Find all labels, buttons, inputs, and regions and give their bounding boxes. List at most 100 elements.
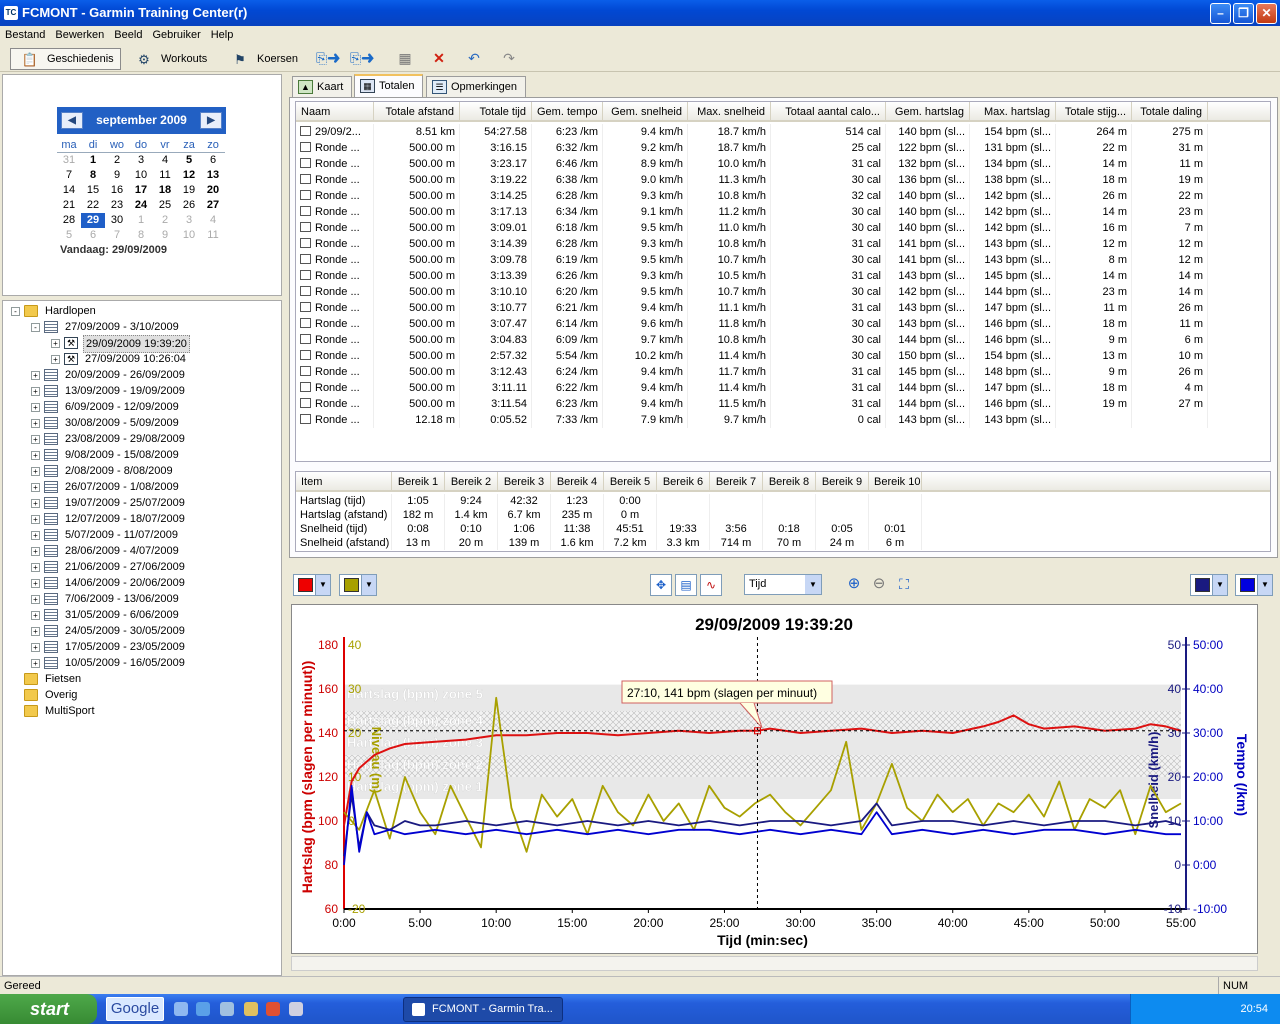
calendar-day[interactable]: 10 (129, 168, 153, 183)
calendar-day[interactable]: 10 (177, 228, 201, 243)
quicklaunch-icon[interactable] (174, 1002, 188, 1016)
calendar-day[interactable]: 2 (105, 153, 129, 168)
expand-icon[interactable]: + (31, 419, 40, 428)
geschiedenis-button[interactable]: 📋 Geschiedenis (10, 48, 121, 70)
expand-icon[interactable]: + (31, 547, 40, 556)
expand-icon[interactable]: + (51, 355, 60, 364)
menu-bewerken[interactable]: Bewerken (50, 26, 109, 44)
column-header[interactable]: Bereik 10 (869, 472, 922, 492)
tab-totalen[interactable]: ▦ Totalen (354, 74, 424, 98)
column-header[interactable]: Gem. snelheid (603, 102, 688, 122)
calendar-day[interactable]: 8 (129, 228, 153, 243)
table-row[interactable]: Ronde ... 500.00 m 3:11.11 6:22 /km 9.4 km/h… (296, 380, 1208, 396)
calendar-day[interactable]: 19 (177, 183, 201, 198)
column-header[interactable]: Max. hartslag (970, 102, 1056, 122)
calendar-day[interactable]: 22 (81, 198, 105, 213)
pace-color-picker[interactable]: ▼ (1235, 574, 1273, 596)
calendar-day[interactable]: 4 (153, 153, 177, 168)
column-header[interactable]: Naam (296, 102, 374, 122)
calendar-day[interactable]: 21 (57, 198, 81, 213)
table-row[interactable]: Hartslag (tijd) 1:05 9:24 42:32 1:23 0:00 (296, 494, 922, 508)
calendar-day[interactable]: 31 (57, 153, 81, 168)
crosshair-icon[interactable]: ✥ (650, 574, 672, 596)
column-header[interactable]: Totaal aantal calo... (771, 102, 886, 122)
line-graph-icon[interactable]: ∿ (700, 574, 722, 596)
table-row[interactable]: Hartslag (afstand) 182 m 1.4 km 6.7 km 235 m… (296, 508, 922, 522)
table-row[interactable]: Ronde ... 12.18 m 0:05.52 7:33 /km 7.9 km/h 9… (296, 412, 1208, 428)
expand-icon[interactable]: + (31, 611, 40, 620)
table-row[interactable]: Snelheid (tijd) 0:08 0:10 1:06 11:38 45:51 19:… (296, 522, 922, 536)
expand-icon[interactable]: + (31, 595, 40, 604)
calendar-day[interactable]: 24 (129, 198, 153, 213)
column-header[interactable]: Totale stijg... (1056, 102, 1132, 122)
column-header[interactable]: Bereik 6 (657, 472, 710, 492)
import-icon[interactable]: ▦ (394, 49, 416, 67)
receive-from-device-icon[interactable]: ⎘➜ (350, 49, 374, 67)
calendar-day[interactable]: 7 (57, 168, 81, 183)
next-month-button[interactable]: ▶ (200, 112, 222, 129)
expand-icon[interactable]: + (31, 627, 40, 636)
calendar-day[interactable]: 1 (81, 153, 105, 168)
zoom-fit-icon[interactable]: ⛶ (893, 574, 915, 596)
column-header[interactable]: Totale tijd (460, 102, 532, 122)
speed-color-picker[interactable]: ▼ (1190, 574, 1228, 596)
elevation-color-picker[interactable]: ▼ (339, 574, 377, 596)
column-header[interactable]: Bereik 7 (710, 472, 763, 492)
table-row[interactable]: Snelheid (afstand) 13 m 20 m 139 m 1.6 km 7.2… (296, 536, 922, 550)
x-axis-select[interactable]: Tijd ▼ (744, 574, 822, 595)
table-row[interactable]: Ronde ... 500.00 m 3:09.01 6:18 /km 9.5 km/h… (296, 220, 1208, 236)
calendar-day[interactable]: 8 (81, 168, 105, 183)
close-button[interactable]: ✕ (1256, 3, 1277, 24)
table-row[interactable]: Ronde ... 500.00 m 2:57.32 5:54 /km 10.2 km/… (296, 348, 1208, 364)
calendar-day[interactable]: 6 (81, 228, 105, 243)
table-row[interactable]: Ronde ... 500.00 m 3:17.13 6:34 /km 9.1 km/h… (296, 204, 1208, 220)
expand-icon[interactable]: + (31, 643, 40, 652)
calendar-day[interactable]: 23 (105, 198, 129, 213)
calendar-day[interactable]: 27 (201, 198, 225, 213)
table-row[interactable]: 29/09/2... 8.51 km 54:27.58 6:23 /km 9.4 km/… (296, 124, 1208, 140)
column-header[interactable]: Totale daling (1132, 102, 1208, 122)
koersen-button[interactable]: ⚑ Koersen (220, 48, 305, 70)
expand-icon[interactable]: + (31, 659, 40, 668)
zoom-out-icon[interactable]: ⊖ (868, 574, 890, 596)
column-header[interactable]: Bereik 8 (763, 472, 816, 492)
calendar-day[interactable]: 9 (105, 168, 129, 183)
calendar-day[interactable]: 29 (81, 213, 105, 228)
table-row[interactable]: Ronde ... 500.00 m 3:10.77 6:21 /km 9.4 km/h… (296, 300, 1208, 316)
calendar-day[interactable]: 30 (105, 213, 129, 228)
chart-scrollbar[interactable] (291, 956, 1258, 971)
ie-icon[interactable] (196, 1002, 210, 1016)
calendar-day[interactable]: 25 (153, 198, 177, 213)
column-header[interactable]: Bereik 4 (551, 472, 604, 492)
expand-icon[interactable]: + (31, 387, 40, 396)
table-row[interactable]: Ronde ... 500.00 m 3:11.54 6:23 /km 9.4 km/h… (296, 396, 1208, 412)
expand-icon[interactable]: + (31, 435, 40, 444)
google-toolbar-button[interactable]: Google (106, 997, 164, 1021)
table-row[interactable]: Ronde ... 500.00 m 3:10.10 6:20 /km 9.5 km/h… (296, 284, 1208, 300)
column-header[interactable]: Item (296, 472, 392, 492)
minimize-button[interactable]: – (1210, 3, 1231, 24)
chart-svg[interactable]: 29/09/2009 19:39:20 Hartslag (bpm) zone 5… (292, 605, 1257, 953)
calendar-day[interactable]: 20 (201, 183, 225, 198)
column-header[interactable]: Gem. hartslag (886, 102, 970, 122)
column-header[interactable]: Bereik 5 (604, 472, 657, 492)
menu-help[interactable]: Help (206, 26, 239, 44)
menu-gebruiker[interactable]: Gebruiker (147, 26, 205, 44)
activity-chart[interactable]: 29/09/2009 19:39:20 Hartslag (bpm) zone 5… (291, 604, 1258, 954)
quicklaunch-icon[interactable] (244, 1002, 258, 1016)
column-header[interactable]: Bereik 2 (445, 472, 498, 492)
calendar-day[interactable]: 26 (177, 198, 201, 213)
calendar-day[interactable]: 17 (129, 183, 153, 198)
taskbar-app-button[interactable]: FCMONT - Garmin Tra... (403, 997, 563, 1022)
calendar-day[interactable]: 9 (153, 228, 177, 243)
column-header[interactable]: Totale afstand (374, 102, 460, 122)
expand-icon[interactable]: + (31, 563, 40, 572)
quicklaunch-icon[interactable] (220, 1002, 234, 1016)
maximize-button[interactable]: ❐ (1233, 3, 1254, 24)
table-row[interactable]: Ronde ... 500.00 m 3:13.39 6:26 /km 9.3 km/h… (296, 268, 1208, 284)
calendar-day[interactable]: 28 (57, 213, 81, 228)
quicklaunch-icon[interactable] (266, 1002, 280, 1016)
calendar-day[interactable]: 15 (81, 183, 105, 198)
heartrate-color-picker[interactable]: ▼ (293, 574, 331, 596)
calendar-day[interactable]: 3 (129, 153, 153, 168)
